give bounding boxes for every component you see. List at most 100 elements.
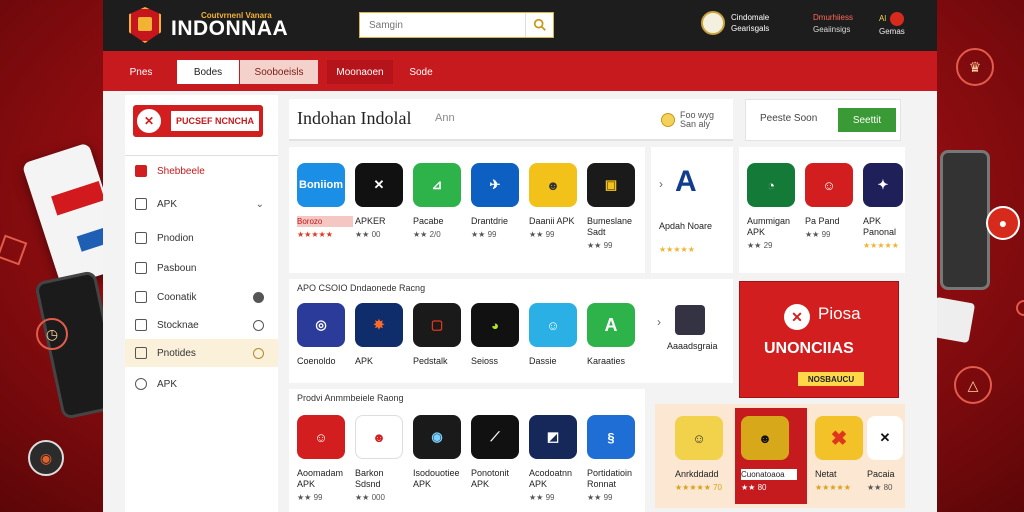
nav-tab-5[interactable]: Sode — [401, 60, 441, 84]
app-name: Bumeslane Sadt — [587, 216, 633, 237]
user-name: Cindomale — [731, 13, 770, 22]
app-icon: ✖ — [815, 416, 863, 460]
hero-meta[interactable]: Foo wyg San aly — [661, 111, 714, 129]
app-icon: ⊿ — [413, 163, 461, 207]
app-icon: ▣ — [587, 163, 635, 207]
app-card[interactable]: ◔ Aummigan APK ★★ 29 — [747, 163, 803, 250]
app-card[interactable]: ◩ Acodoatnn APK ★★ 99 — [529, 415, 585, 502]
header-link-1[interactable]: Dmurhiiess Geaiinsigs — [813, 12, 853, 36]
app-card[interactable]: ⊿ Pacabe ★★ 2/0 — [413, 163, 469, 239]
app-card[interactable]: § Portidatioin Ronnat ★★ 99 — [587, 415, 643, 502]
sidebar-item-8[interactable]: APK — [125, 370, 278, 398]
logo-badge-icon[interactable] — [129, 7, 161, 43]
section-title: Prodvi Anmmbeiele Raong — [297, 393, 404, 403]
header-link-1-label: Dmurhiiess — [813, 13, 854, 22]
header-link-2-sub: Gemas — [879, 27, 905, 36]
hero-meta-line2: San aly — [680, 119, 711, 129]
bg-triangle-icon: △ — [954, 366, 992, 404]
app-card[interactable]: ◎ Coenoldo — [297, 303, 353, 367]
app-rating: ★★ 2/0 — [413, 230, 441, 239]
app-card[interactable]: ☺ Dassie — [529, 303, 585, 367]
chevron-right-icon[interactable]: › — [657, 315, 661, 329]
app-name: Anrkddadd — [675, 469, 719, 479]
app-card[interactable]: ⟋ Ponotonit APK — [471, 415, 527, 490]
chevron-right-icon: › — [659, 177, 663, 191]
promo-banner[interactable]: ✕ Piosa UNONCIIAS NOSBAUCU — [739, 281, 899, 398]
sidebar-item-label: Pnotides — [157, 347, 196, 359]
app-card[interactable]: ☻ Barkon Sdsnd ★★ 000 — [355, 415, 411, 502]
sidebar-item-label: Pnodion — [157, 232, 194, 244]
bg-badge-icon: ◉ — [28, 440, 64, 476]
bg-phone-decoration-right — [940, 150, 990, 290]
app-icon: ☺ — [529, 303, 577, 347]
app-card[interactable]: ✕ APKER ★★ 00 — [355, 163, 411, 239]
app-icon: ◔ — [747, 163, 795, 207]
app-card[interactable]: ☺ Anrkddadd ★★★★★ 70 — [675, 416, 731, 492]
app-card[interactable]: ✖ Netat ★★★★★ — [815, 416, 871, 492]
app-icon: § — [587, 415, 635, 459]
app-card[interactable]: Boniiom Borozo ★★★★★ — [297, 163, 353, 239]
user-menu[interactable]: Cindomale Gearisgals — [701, 11, 769, 35]
app-icon: ◩ — [529, 415, 577, 459]
sidebar: ✕ PUCSEF NCNCHA Shebbeele APK ⌄ Pnodion P… — [125, 95, 278, 512]
sidebar-item-7[interactable]: Pnotides — [125, 339, 278, 367]
sidebar-item-icon — [135, 165, 147, 177]
app-card[interactable]: ☺ Aoomadam APK ★★ 99 — [297, 415, 353, 502]
app-card[interactable]: ✕ Pacaia ★★ 80 — [867, 416, 905, 492]
app-card[interactable]: ✈ Drantdrie ★★ 99 — [471, 163, 527, 239]
promo-title: Piosa — [818, 304, 861, 323]
image-icon — [135, 262, 147, 274]
nav-tab-2[interactable]: Bodes — [177, 60, 239, 84]
logo-text[interactable]: INDONNAA — [171, 17, 288, 41]
app-card[interactable]: ☻ Daanii APK ★★ 99 — [529, 163, 585, 239]
app-name: Borozo — [297, 216, 353, 227]
featured-app-icon[interactable] — [675, 305, 705, 335]
app-name: Drantdrie — [471, 216, 509, 226]
sidebar-item-1[interactable]: Shebbeele — [125, 157, 278, 185]
app-card[interactable]: ✦ APK Panonal ★★★★★ — [863, 163, 903, 250]
coin-icon — [661, 113, 675, 127]
sidebar-item-label: APK — [157, 378, 178, 390]
app-rating: ★★ 99 — [529, 230, 555, 239]
app-name: APKER — [355, 216, 386, 226]
app-card[interactable]: ☻ Cuonatoaoa ★★ 80 — [741, 416, 797, 492]
sidebar-item-5[interactable]: Coonatik — [125, 283, 278, 311]
app-card[interactable]: ◕ Seioss — [471, 303, 527, 367]
sidebar-item-3[interactable]: Pnodion — [125, 224, 278, 252]
promo-tag: NOSBAUCU — [798, 372, 864, 386]
search-input[interactable] — [360, 13, 525, 37]
header-link-2[interactable]: Al Gemas — [879, 12, 905, 38]
featured-name: Apdah Noare — [659, 221, 713, 231]
app-card[interactable]: ✸ APK — [355, 303, 411, 367]
page-subtitle: Ann — [435, 112, 455, 124]
bookmark-icon — [135, 319, 147, 331]
app-rating: ★★★★★ — [297, 230, 333, 239]
bg-emblem-icon: ● — [986, 206, 1020, 240]
banner-emblem-icon: ✕ — [135, 107, 163, 135]
sidebar-item-4[interactable]: Pasboun — [125, 254, 278, 282]
app-rating: ★★ 99 — [587, 241, 613, 250]
nav-tab-3[interactable]: Sooboeisls — [240, 60, 318, 84]
avatar — [701, 11, 725, 35]
promo-submit-button[interactable]: Seettit — [838, 108, 896, 132]
app-card[interactable]: A Karaaties — [587, 303, 643, 367]
sidebar-item-label: APK — [157, 198, 178, 210]
sidebar-item-6[interactable]: Stocknae — [125, 311, 278, 339]
app-rating: ★★ 99 — [587, 493, 613, 502]
sidebar-banner[interactable]: ✕ PUCSEF NCNCHA — [133, 105, 263, 137]
featured-rating: ★★★★★ — [659, 245, 695, 254]
app-icon: ☺ — [297, 415, 345, 459]
featured-panel-1[interactable]: › A Apdah Noare ★★★★★ — [651, 147, 733, 273]
app-card[interactable]: ▣ Bumeslane Sadt ★★ 99 — [587, 163, 643, 250]
app-name: APK — [355, 356, 374, 366]
app-card[interactable]: ◉ Isodouotiee APK — [413, 415, 469, 490]
nav-tab-4[interactable]: Moonaoen — [327, 60, 393, 84]
hero-header: Indohan Indolal Ann Foo wyg San aly — [289, 99, 733, 141]
search-button[interactable] — [525, 13, 553, 37]
page-title: Indohan Indolal — [297, 108, 412, 128]
app-card[interactable]: ▢ Pedstalk — [413, 303, 469, 367]
app-icon: ✸ — [355, 303, 403, 347]
nav-tab-1[interactable]: Pnes — [119, 60, 163, 84]
app-card[interactable]: ☺ Pa Pand ★★ 99 — [805, 163, 861, 239]
sidebar-item-2[interactable]: APK ⌄ — [125, 190, 278, 218]
